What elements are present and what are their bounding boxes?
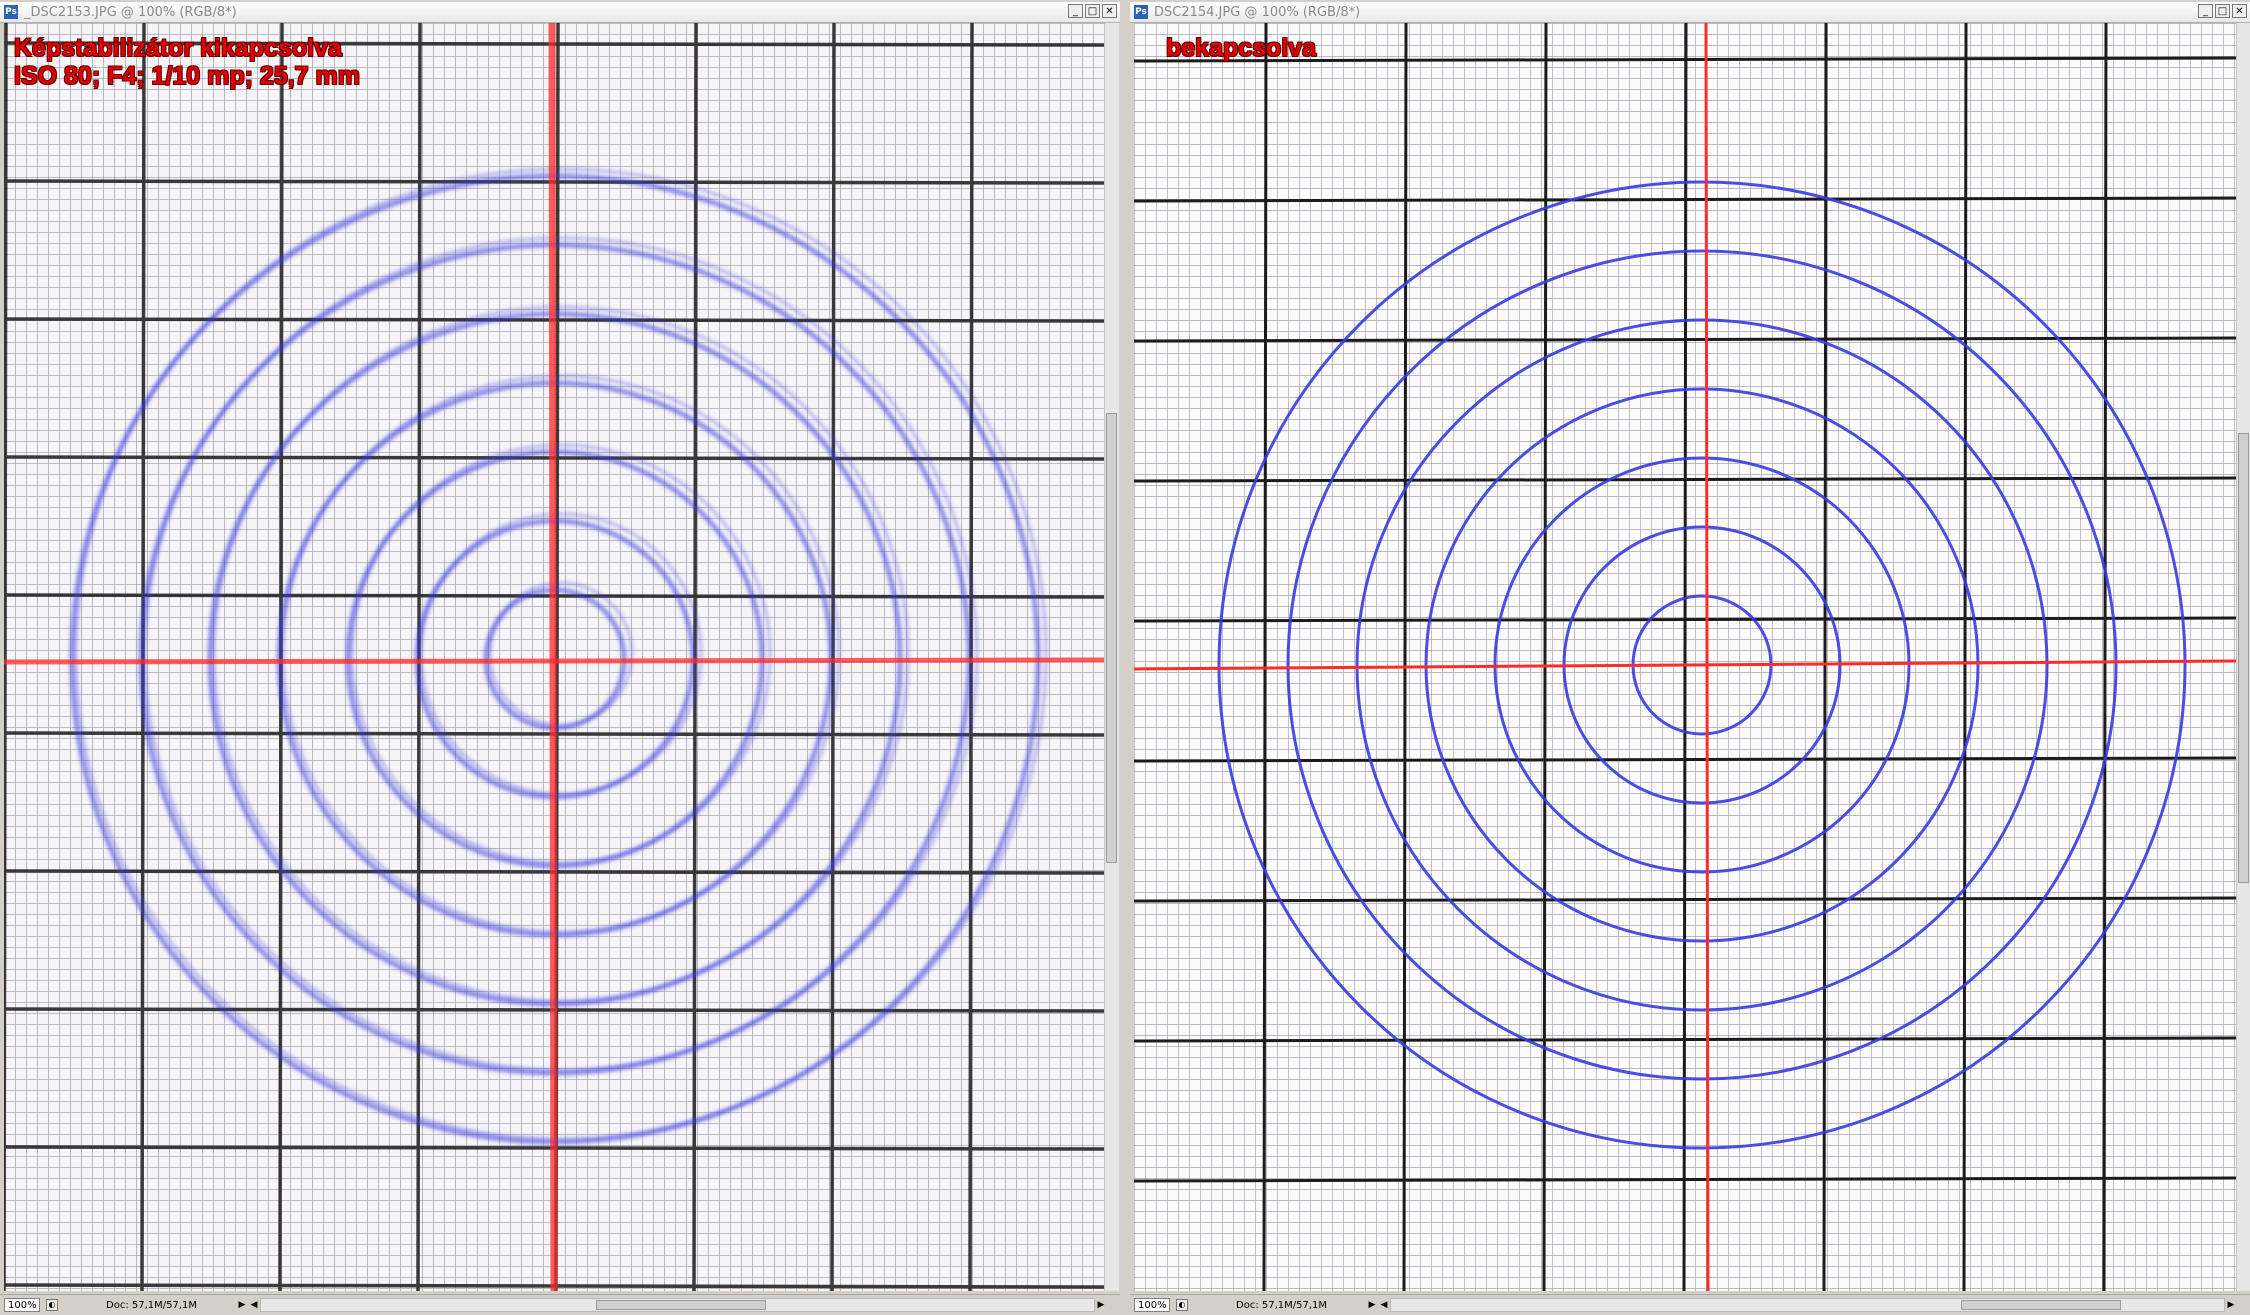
- right-overlay-label: bekapcsolva: [1166, 34, 1316, 62]
- right-doc-info: Doc: 57,1M/57,1M: [1236, 1299, 1328, 1311]
- right-zoom-field[interactable]: 100%: [1134, 1298, 1170, 1312]
- scroll-right-icon[interactable]: ▶: [2225, 1298, 2237, 1312]
- crosshair-vertical: [548, 23, 558, 1291]
- left-image-canvas[interactable]: Képstabilizátor kikapcsolva ISO 80; F4; …: [4, 23, 1104, 1291]
- crosshair-horizontal: [4, 657, 1104, 665]
- scroll-right-icon[interactable]: ▶: [1095, 1298, 1107, 1312]
- scroll-left-icon[interactable]: ◀: [248, 1298, 260, 1312]
- right-image-canvas[interactable]: bekapcsolva: [1134, 23, 2236, 1291]
- left-window-title: _DSC2153.JPG @ 100% (RGB/8*): [24, 4, 237, 20]
- minimize-icon[interactable]: _: [1068, 4, 1083, 18]
- grid-line: [1682, 23, 1688, 1291]
- scroll-left-icon[interactable]: ◀: [1378, 1298, 1390, 1312]
- navigator-icon[interactable]: ◐: [1176, 1299, 1188, 1311]
- stabilizer-on-label: bekapcsolva: [1166, 34, 1317, 62]
- grid-line: [1262, 23, 1268, 1291]
- grid-line: [1402, 23, 1408, 1291]
- left-zoom-field[interactable]: 100%: [4, 1298, 40, 1312]
- grid-line: [4, 23, 8, 1291]
- minimize-icon[interactable]: _: [2198, 4, 2213, 18]
- photoshop-icon: Ps: [4, 5, 18, 19]
- left-status-bar: 100% ◐ Doc: 57,1M/57,1M ▶ ◀ ▶: [0, 1294, 1120, 1315]
- close-icon[interactable]: ✕: [2232, 4, 2247, 18]
- close-icon[interactable]: ✕: [1102, 4, 1117, 18]
- right-window-title: DSC2154.JPG @ 100% (RGB/8*): [1154, 4, 1361, 20]
- right-document-window[interactable]: Ps DSC2154.JPG @ 100% (RGB/8*) _ □ ✕ bek…: [1130, 0, 2250, 1315]
- right-status-bar: 100% ◐ Doc: 57,1M/57,1M ▶ ◀ ▶: [1130, 1294, 2250, 1315]
- crosshair-vertical: [1704, 23, 1710, 1291]
- left-doc-info: Doc: 57,1M/57,1M: [106, 1299, 198, 1311]
- right-vertical-scrollbar[interactable]: [2236, 23, 2250, 1291]
- maximize-icon[interactable]: □: [2215, 4, 2230, 18]
- navigator-icon[interactable]: ◐: [46, 1299, 58, 1311]
- stabilizer-off-label: Képstabilizátor kikapcsolva: [14, 34, 342, 62]
- right-horizontal-scroll-thumb[interactable]: [1961, 1300, 2121, 1310]
- left-overlay-label: Képstabilizátor kikapcsolva ISO 80; F4; …: [14, 34, 360, 90]
- status-menu-arrow-icon[interactable]: ▶: [236, 1298, 248, 1312]
- grid-line: [1962, 23, 1968, 1291]
- right-title-bar[interactable]: Ps DSC2154.JPG @ 100% (RGB/8*) _ □ ✕: [1130, 2, 2250, 23]
- status-menu-arrow-icon[interactable]: ▶: [1366, 1298, 1378, 1312]
- grid-line: [2102, 23, 2108, 1291]
- left-document-window[interactable]: Ps _DSC2153.JPG @ 100% (RGB/8*) _ □ ✕ Ké…: [0, 0, 1120, 1315]
- right-horizontal-scrollbar[interactable]: [1390, 1298, 2225, 1312]
- left-title-bar[interactable]: Ps _DSC2153.JPG @ 100% (RGB/8*) _ □ ✕: [0, 2, 1120, 23]
- right-vertical-scroll-thumb[interactable]: [2238, 433, 2249, 883]
- maximize-icon[interactable]: □: [1085, 4, 1100, 18]
- photoshop-icon: Ps: [1134, 5, 1148, 19]
- left-vertical-scroll-thumb[interactable]: [1106, 413, 1117, 863]
- grid-line: [1822, 23, 1828, 1291]
- grid-line: [1542, 23, 1548, 1291]
- left-horizontal-scroll-thumb[interactable]: [596, 1300, 766, 1310]
- left-vertical-scrollbar[interactable]: [1104, 23, 1119, 1291]
- exposure-settings-label: ISO 80; F4; 1/10 mp; 25,7 mm: [14, 62, 360, 90]
- left-horizontal-scrollbar[interactable]: [260, 1298, 1095, 1312]
